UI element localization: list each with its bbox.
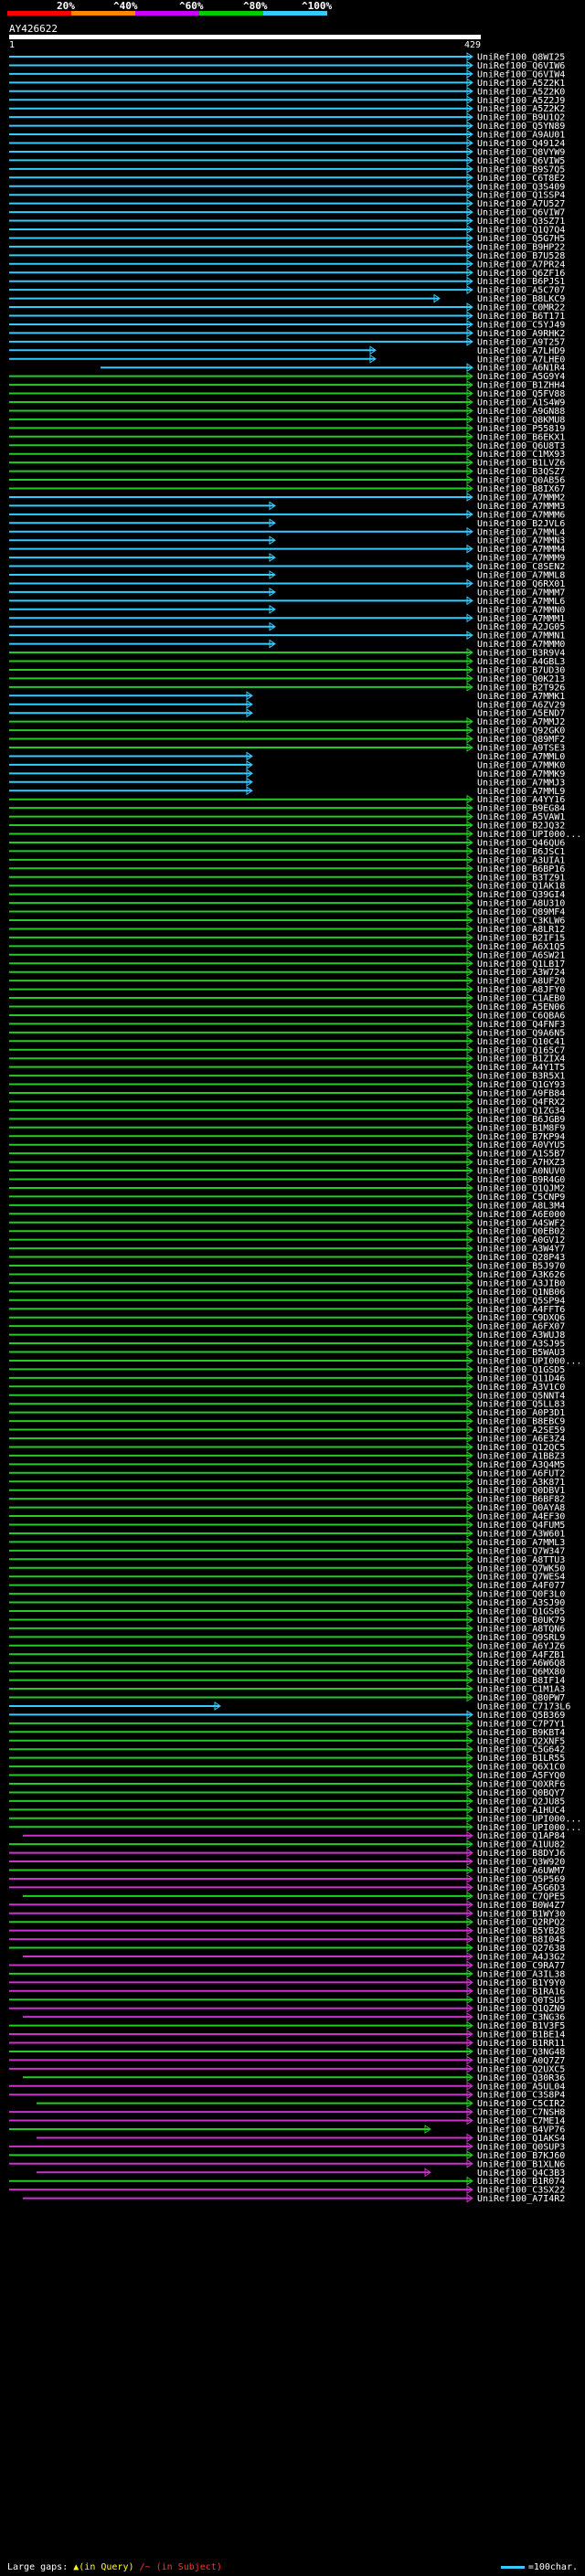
scale-label: =100char. [527, 2562, 578, 2572]
hit-alignment-panel: UniRef100_Q8WI25UniRef100_Q6VIW6UniRef10… [9, 52, 581, 2204]
footer: Large gaps: ▲(in Query) /~ (in Subject) … [7, 2562, 583, 2575]
footer-large-gaps-label: Large gaps: [7, 2562, 69, 2572]
footer-gap-subject: /~ (in Subject) [139, 2562, 222, 2572]
scale-bar [500, 2565, 525, 2569]
footer-gap-query: ▲(in Query) [73, 2562, 134, 2572]
footer-scale: =100char. [500, 2562, 578, 2572]
hit-label[interactable]: UniRef100_A7I4R2 [477, 2194, 565, 2204]
